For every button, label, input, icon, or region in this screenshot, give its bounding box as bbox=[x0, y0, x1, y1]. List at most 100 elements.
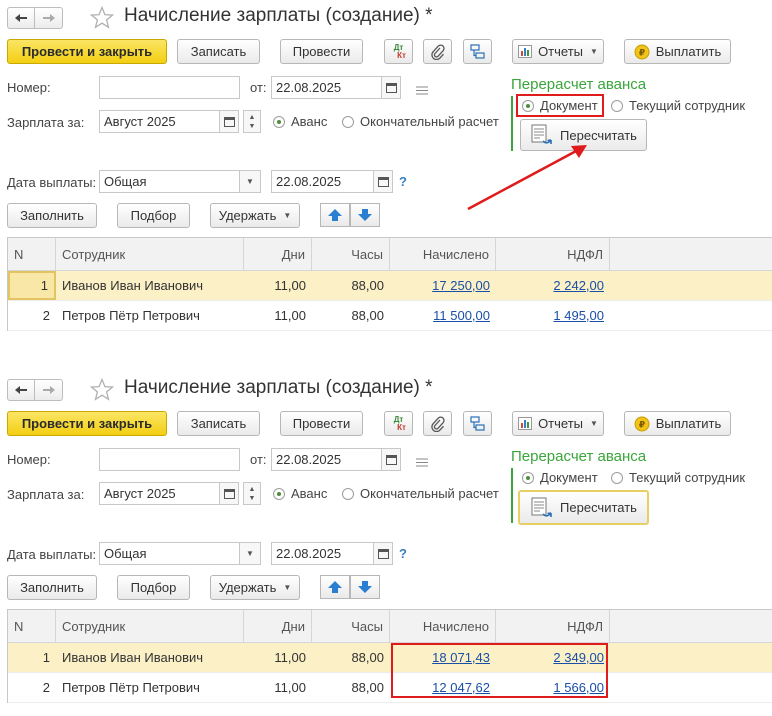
col-hours[interactable]: Часы bbox=[312, 238, 390, 270]
final-calc-radio[interactable]: Окончательный расчет bbox=[342, 486, 499, 501]
withhold-button[interactable]: Удержать ▼ bbox=[210, 575, 300, 600]
recalculate-button[interactable]: Пересчитать bbox=[518, 490, 649, 525]
cell-days[interactable]: 11,00 bbox=[244, 271, 312, 300]
post-button[interactable]: Провести bbox=[280, 411, 363, 436]
date-input[interactable]: 22.08.2025 bbox=[271, 76, 382, 99]
dt-kt-button[interactable]: Дт Кт bbox=[384, 39, 413, 64]
pay-date-calendar-button[interactable] bbox=[373, 542, 393, 565]
ndfl-link[interactable]: 1 495,00 bbox=[553, 308, 604, 323]
select-button[interactable]: Подбор bbox=[117, 575, 190, 600]
pay-type-dropdown-button[interactable]: ▼ bbox=[239, 542, 261, 565]
move-down-button[interactable] bbox=[350, 203, 380, 227]
write-button[interactable]: Записать bbox=[177, 39, 260, 64]
calendar-button[interactable] bbox=[381, 448, 401, 471]
number-input[interactable] bbox=[99, 76, 240, 99]
col-accrued[interactable]: Начислено bbox=[390, 238, 496, 270]
col-days[interactable]: Дни bbox=[244, 238, 312, 270]
cell-ndfl[interactable]: 2 349,00 bbox=[496, 643, 610, 672]
move-up-button[interactable] bbox=[320, 575, 350, 599]
salary-month-input[interactable]: Август 2025 bbox=[99, 482, 220, 505]
accrued-link[interactable]: 17 250,00 bbox=[432, 278, 490, 293]
cell-hours[interactable]: 88,00 bbox=[312, 643, 390, 672]
pay-button[interactable]: ₽ Выплатить bbox=[624, 39, 731, 64]
pay-date-input[interactable]: 22.08.2025 bbox=[271, 542, 374, 565]
move-up-button[interactable] bbox=[320, 203, 350, 227]
ndfl-link[interactable]: 2 349,00 bbox=[553, 650, 604, 665]
attach-button[interactable] bbox=[423, 411, 452, 436]
cell-days[interactable]: 11,00 bbox=[244, 301, 312, 330]
col-n[interactable]: N bbox=[8, 238, 56, 270]
cell-ndfl[interactable]: 1 566,00 bbox=[496, 673, 610, 702]
salary-month-input[interactable]: Август 2025 bbox=[99, 110, 220, 133]
col-ndfl[interactable]: НДФЛ bbox=[496, 238, 610, 270]
forward-button[interactable] bbox=[35, 379, 63, 401]
help-icon[interactable]: ? bbox=[399, 546, 407, 561]
final-calc-radio[interactable]: Окончательный расчет bbox=[342, 114, 499, 129]
comment-lines-icon[interactable] bbox=[416, 455, 428, 470]
col-hours[interactable]: Часы bbox=[312, 610, 390, 642]
accrued-link[interactable]: 12 047,62 bbox=[432, 680, 490, 695]
fill-button[interactable]: Заполнить bbox=[7, 203, 97, 228]
cell-n[interactable]: 1 bbox=[8, 271, 56, 300]
cell-accrued[interactable]: 11 500,00 bbox=[390, 301, 496, 330]
forward-button[interactable] bbox=[35, 7, 63, 29]
col-ndfl[interactable]: НДФЛ bbox=[496, 610, 610, 642]
accrued-link[interactable]: 18 071,43 bbox=[432, 650, 490, 665]
comment-lines-icon[interactable] bbox=[416, 83, 428, 98]
fill-button[interactable]: Заполнить bbox=[7, 575, 97, 600]
write-button[interactable]: Записать bbox=[177, 411, 260, 436]
table-row[interactable]: 1 Иванов Иван Иванович 11,00 88,00 17 25… bbox=[8, 271, 772, 301]
pay-date-input[interactable]: 22.08.2025 bbox=[271, 170, 374, 193]
dt-kt-button[interactable]: Дт Кт bbox=[384, 411, 413, 436]
structure-button[interactable] bbox=[463, 411, 492, 436]
reports-button[interactable]: Отчеты ▼ bbox=[512, 411, 604, 436]
cell-n[interactable]: 2 bbox=[8, 301, 56, 330]
cell-employee[interactable]: Петров Пётр Петрович bbox=[56, 301, 244, 330]
post-and-close-button[interactable]: Провести и закрыть bbox=[7, 411, 167, 436]
back-button[interactable] bbox=[7, 7, 35, 29]
cell-employee[interactable]: Петров Пётр Петрович bbox=[56, 673, 244, 702]
month-spinner[interactable]: ▲ ▼ bbox=[243, 110, 261, 133]
post-button[interactable]: Провести bbox=[280, 39, 363, 64]
col-employee[interactable]: Сотрудник bbox=[56, 610, 244, 642]
pay-button[interactable]: ₽ Выплатить bbox=[624, 411, 731, 436]
cell-accrued[interactable]: 18 071,43 bbox=[390, 643, 496, 672]
ndfl-link[interactable]: 2 242,00 bbox=[553, 278, 604, 293]
cell-days[interactable]: 11,00 bbox=[244, 643, 312, 672]
recalculate-button[interactable]: Пересчитать bbox=[520, 119, 647, 151]
pay-type-select[interactable]: Общая bbox=[99, 542, 240, 565]
move-down-button[interactable] bbox=[350, 575, 380, 599]
select-button[interactable]: Подбор bbox=[117, 203, 190, 228]
cell-n[interactable]: 1 bbox=[8, 643, 56, 672]
cell-accrued[interactable]: 12 047,62 bbox=[390, 673, 496, 702]
pay-date-calendar-button[interactable] bbox=[373, 170, 393, 193]
month-spinner[interactable]: ▲ ▼ bbox=[243, 482, 261, 505]
cell-employee[interactable]: Иванов Иван Иванович bbox=[56, 643, 244, 672]
favorite-star-icon[interactable] bbox=[89, 377, 115, 404]
table-row[interactable]: 2 Петров Пётр Петрович 11,00 88,00 11 50… bbox=[8, 301, 772, 331]
pay-type-dropdown-button[interactable]: ▼ bbox=[239, 170, 261, 193]
cell-hours[interactable]: 88,00 bbox=[312, 673, 390, 702]
advance-radio[interactable]: Аванс bbox=[273, 486, 327, 501]
structure-button[interactable] bbox=[463, 39, 492, 64]
cell-n[interactable]: 2 bbox=[8, 673, 56, 702]
accrued-link[interactable]: 11 500,00 bbox=[433, 308, 490, 323]
attach-button[interactable] bbox=[423, 39, 452, 64]
cell-ndfl[interactable]: 1 495,00 bbox=[496, 301, 610, 330]
month-calendar-button[interactable] bbox=[219, 110, 239, 133]
recalc-document-radio[interactable]: Документ bbox=[522, 98, 598, 113]
favorite-star-icon[interactable] bbox=[89, 5, 115, 32]
post-and-close-button[interactable]: Провести и закрыть bbox=[7, 39, 167, 64]
ndfl-link[interactable]: 1 566,00 bbox=[553, 680, 604, 695]
withhold-button[interactable]: Удержать ▼ bbox=[210, 203, 300, 228]
reports-button[interactable]: Отчеты ▼ bbox=[512, 39, 604, 64]
cell-days[interactable]: 11,00 bbox=[244, 673, 312, 702]
col-employee[interactable]: Сотрудник bbox=[56, 238, 244, 270]
recalc-current-employee-radio[interactable]: Текущий сотрудник bbox=[611, 470, 745, 485]
pay-type-select[interactable]: Общая bbox=[99, 170, 240, 193]
back-button[interactable] bbox=[7, 379, 35, 401]
table-row[interactable]: 2 Петров Пётр Петрович 11,00 88,00 12 04… bbox=[8, 673, 772, 703]
cell-hours[interactable]: 88,00 bbox=[312, 301, 390, 330]
cell-hours[interactable]: 88,00 bbox=[312, 271, 390, 300]
month-calendar-button[interactable] bbox=[219, 482, 239, 505]
